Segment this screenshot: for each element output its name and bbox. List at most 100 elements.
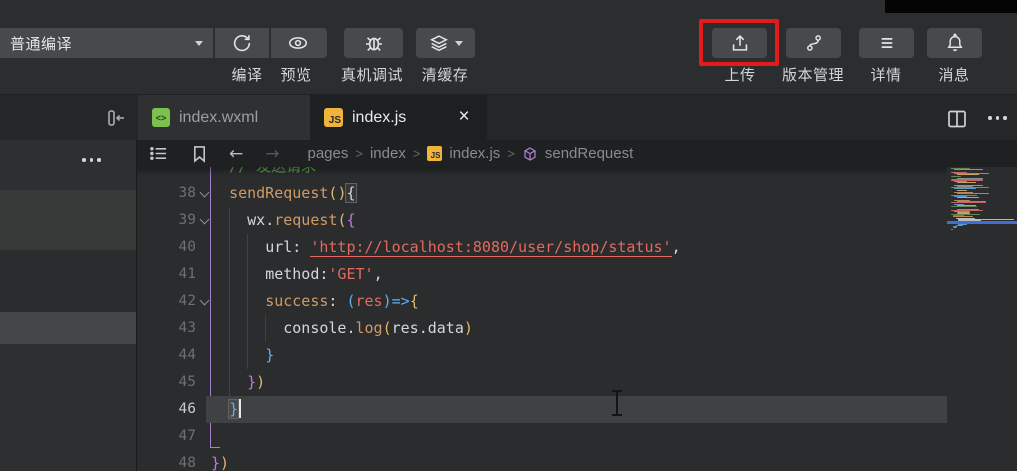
fold-chevron-icon[interactable] [200, 215, 210, 225]
navigate-forward-icon[interactable]: → [265, 144, 279, 164]
line-number: 44 [137, 342, 196, 369]
details-button[interactable] [859, 28, 914, 58]
compile-mode-dropdown[interactable]: 普通编译 [0, 28, 213, 58]
explorer-header-row [0, 140, 136, 190]
menu-icon [876, 32, 898, 54]
wechat-devtools-window: 普通编译 [0, 0, 1017, 471]
split-editor-button[interactable] [944, 107, 970, 131]
code-viewport[interactable]: // 发送请求38 sendRequest(){39 wx.request({4… [137, 167, 947, 471]
close-tab-icon[interactable]: × [455, 108, 473, 128]
minimap-current-line [947, 221, 1017, 224]
top-toolbar: 普通编译 [0, 0, 1017, 95]
line-number: 48 [137, 450, 196, 471]
breadcrumb-separator: > [355, 146, 363, 161]
wxml-file-icon: <> [152, 108, 170, 127]
navigate-back-icon[interactable]: ← [229, 144, 243, 164]
file-tree-row[interactable] [0, 190, 136, 250]
bookmark-icon[interactable] [192, 145, 207, 163]
clear-cache-label: 清缓存 [400, 64, 490, 84]
compile-button[interactable] [213, 28, 269, 58]
line-number: 45 [137, 369, 196, 396]
messages-label: 消息 [909, 64, 999, 84]
code-line-39[interactable]: 39 wx.request({ [137, 207, 947, 234]
text-caret [239, 399, 241, 418]
line-number: 39 [137, 207, 196, 234]
file-tree-selected-row[interactable] [0, 312, 136, 344]
clear-cache-button[interactable] [416, 28, 475, 58]
upload-button[interactable] [712, 28, 767, 58]
collapse-sidebar-icon [101, 106, 127, 130]
line-number: 40 [137, 234, 196, 261]
chevron-down-icon [455, 41, 463, 46]
collapse-sidebar-button[interactable] [100, 104, 128, 132]
split-editor-icon [944, 107, 970, 131]
line-number: 38 [137, 180, 196, 207]
current-line-highlight [206, 396, 947, 423]
code-line-comment[interactable]: // 发送请求 [137, 167, 947, 180]
breadcrumb: pages > index > JS index.js > sendReques… [308, 145, 634, 162]
line-number: 46 [137, 396, 196, 423]
line-number: 41 [137, 261, 196, 288]
code-line-42[interactable]: 42 success: (res)=>{ [137, 288, 947, 315]
breadcrumb-index-js[interactable]: index.js [449, 145, 500, 162]
code-text: success: (res)=>{ [211, 288, 419, 315]
breadcrumb-bar: ← → pages > index > JS index.js > sendRe… [137, 140, 1017, 167]
code-text: url: 'http://localhost:8080/user/shop/st… [211, 234, 681, 261]
js-file-icon: JS [324, 108, 343, 127]
editor-more-actions-icon[interactable] [988, 116, 1007, 120]
js-file-icon: JS [427, 146, 442, 161]
symbol-cube-icon [522, 146, 538, 162]
line-number: 47 [137, 423, 196, 450]
compile-mode-label: 普通编译 [10, 33, 72, 54]
breadcrumb-index[interactable]: index [370, 145, 406, 162]
breadcrumb-separator: > [413, 146, 421, 161]
compile-group: 普通编译 [0, 28, 327, 58]
layers-icon [428, 32, 450, 54]
remote-debug-button[interactable] [344, 28, 403, 58]
breadcrumb-send-request[interactable]: sendRequest [545, 145, 633, 162]
file-tree-row[interactable] [0, 250, 136, 312]
code-text: wx.request({ [211, 207, 356, 234]
code-line-44[interactable]: 44 } [137, 342, 947, 369]
code-text: console.log(res.data) [211, 315, 473, 342]
code-line-46[interactable]: 46 } [137, 396, 947, 423]
window-top-corner [885, 0, 1017, 13]
code-text: } [211, 342, 274, 369]
code-line-41[interactable]: 41 method:'GET', [137, 261, 947, 288]
code-text: sendRequest(){ [211, 180, 356, 207]
tab-label: index.wxml [179, 109, 258, 127]
line-number: 42 [137, 288, 196, 315]
fold-chevron-icon[interactable] [200, 296, 210, 306]
code-line-40[interactable]: 40 url: 'http://localhost:8080/user/shop… [137, 234, 947, 261]
breadcrumb-separator: > [507, 146, 515, 161]
outline-list-icon[interactable] [149, 145, 168, 162]
version-control-button[interactable] [786, 28, 841, 58]
tab-index-js[interactable]: JS index.js × [310, 95, 487, 140]
code-line-48[interactable]: 48}) [137, 450, 947, 471]
eye-icon [286, 32, 310, 54]
tab-label: index.js [352, 109, 406, 127]
bell-icon [944, 32, 966, 54]
code-editor: ← → pages > index > JS index.js > sendRe… [137, 140, 1017, 471]
breadcrumb-pages[interactable]: pages [308, 145, 349, 162]
code-text: } [211, 396, 241, 423]
minimap[interactable] [947, 167, 1017, 471]
line-number: 43 [137, 315, 196, 342]
messages-button[interactable] [927, 28, 982, 58]
file-tree-row[interactable] [0, 344, 136, 471]
code-text: }) [211, 450, 229, 471]
branch-icon [803, 32, 825, 54]
code-text: method:'GET', [211, 261, 383, 288]
code-text: // 发送请求 [211, 167, 316, 180]
file-explorer-panel [0, 140, 136, 471]
code-line-38[interactable]: 38 sendRequest(){ [137, 180, 947, 207]
code-line-43[interactable]: 43 console.log(res.data) [137, 315, 947, 342]
explorer-more-actions-icon[interactable] [82, 158, 101, 162]
preview-button[interactable] [269, 28, 325, 58]
code-line-47[interactable]: 47 [137, 423, 947, 450]
code-text: }) [211, 369, 265, 396]
fold-chevron-icon[interactable] [200, 188, 210, 198]
tab-index-wxml[interactable]: <> index.wxml [138, 95, 310, 140]
code-line-45[interactable]: 45 }) [137, 369, 947, 396]
upload-icon [729, 32, 751, 54]
